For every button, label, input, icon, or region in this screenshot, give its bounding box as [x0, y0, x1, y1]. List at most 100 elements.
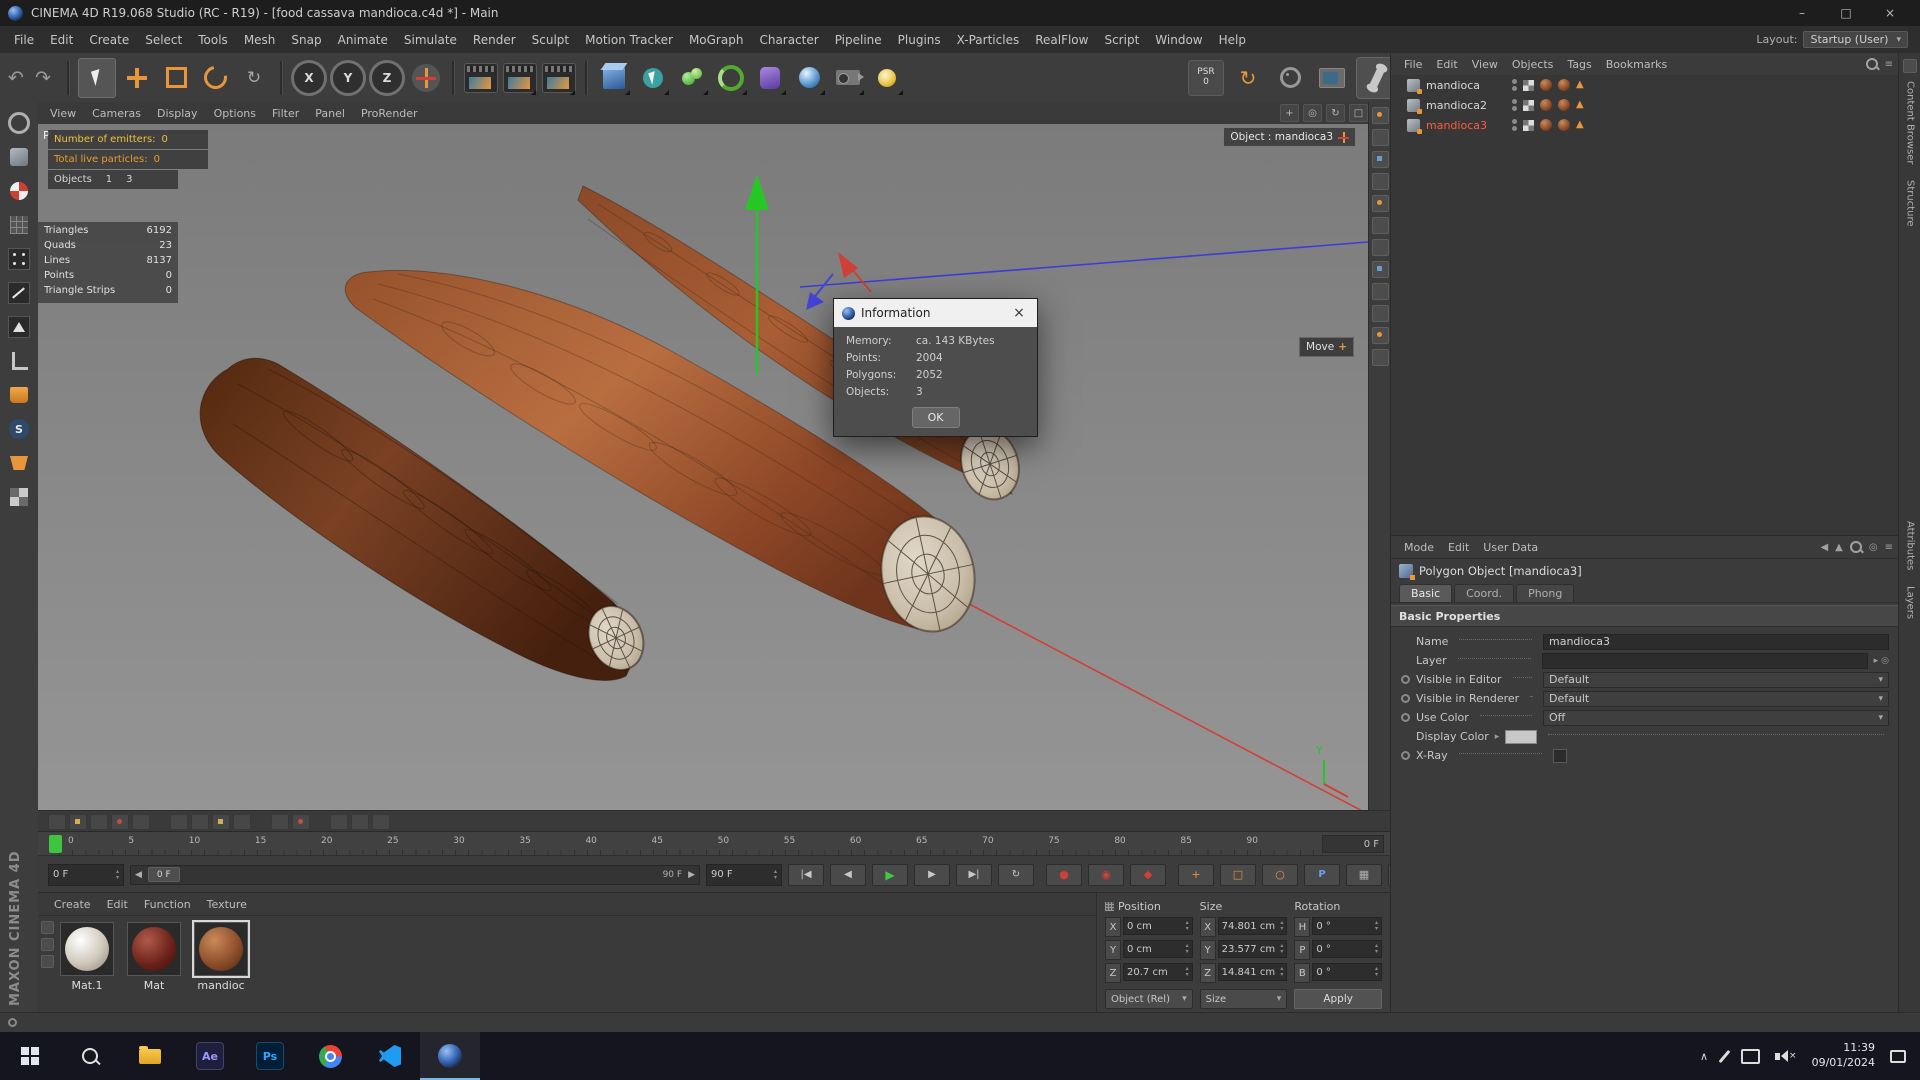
keyframe-selection-button[interactable]: ◆	[1130, 863, 1166, 886]
material-menu-item[interactable]: Create	[46, 898, 99, 911]
uvw-tag-icon[interactable]	[1523, 119, 1534, 131]
uvw-tag-icon[interactable]	[1523, 79, 1534, 91]
viewport-side-icon[interactable]	[1371, 261, 1389, 278]
size-field[interactable]: 74.801 cm ▴ ▾	[1217, 917, 1288, 935]
action-center-icon[interactable]	[1890, 1049, 1906, 1063]
make-editable-button[interactable]	[6, 110, 32, 136]
edges-mode-button[interactable]	[6, 280, 32, 306]
object-name[interactable]: mandioca	[1426, 79, 1506, 92]
animation-dot-icon[interactable]	[1401, 694, 1410, 703]
material-tag-icon[interactable]	[1540, 99, 1552, 111]
animation-dot-icon[interactable]	[1401, 713, 1410, 722]
menu-item[interactable]: Simulate	[396, 33, 465, 47]
toggle-view-icon[interactable]: □	[1349, 104, 1368, 122]
menu-item[interactable]: Pipeline	[827, 33, 890, 47]
taskbar-clock[interactable]: 11:39 09/01/2024	[1812, 1041, 1875, 1071]
layer-buttons[interactable]: ▸ ◎	[1874, 656, 1889, 666]
menu-item[interactable]: Edit	[42, 33, 81, 47]
zoom-view-icon[interactable]: ◎	[1303, 104, 1322, 122]
object-row[interactable]: mandioca ▲	[1391, 75, 1899, 95]
timeline-tool-icon[interactable]	[372, 813, 390, 830]
timeline-tool-icon[interactable]	[191, 813, 209, 830]
record-rotation-toggle[interactable]: ○	[1262, 863, 1298, 886]
chrome-button[interactable]	[300, 1032, 360, 1080]
menu-item[interactable]: Help	[1211, 33, 1254, 47]
dock-icon[interactable]	[1903, 59, 1917, 73]
prev-frame-button[interactable]: ◀	[830, 863, 866, 886]
spinner-icon[interactable]: ▴ ▾	[1280, 943, 1283, 955]
viewport-side-icon[interactable]	[1371, 195, 1389, 212]
model-mode-button[interactable]	[6, 144, 32, 170]
current-frame-marker[interactable]	[49, 835, 62, 853]
play-button[interactable]: ▶	[872, 863, 908, 886]
filter-icon[interactable]: ≡	[1885, 59, 1893, 70]
timeline-tool-icon[interactable]	[111, 813, 129, 830]
material-tag-icon[interactable]	[1540, 79, 1552, 91]
rotation-field[interactable]: 0 ° ▴ ▾	[1312, 963, 1382, 981]
visibility-dots-icon[interactable]	[1512, 99, 1517, 111]
rotate-tool-button[interactable]	[197, 59, 233, 97]
object-manager-menu-item[interactable]: Bookmarks	[1599, 58, 1674, 71]
menu-item[interactable]: Select	[137, 33, 190, 47]
taskbar-search-button[interactable]	[60, 1032, 120, 1080]
object-row[interactable]: mandioca2 ▲	[1391, 95, 1899, 115]
tab-layers[interactable]: Layers	[1905, 578, 1916, 627]
object-manager-menu-item[interactable]: Tags	[1560, 58, 1598, 71]
close-button[interactable]: ×	[1868, 0, 1912, 26]
layer-field[interactable]	[1541, 652, 1868, 669]
spinner-icon[interactable]: ▴ ▾	[1280, 920, 1283, 932]
spinner-icon[interactable]: ▴ ▾	[1375, 966, 1378, 978]
cinema4d-taskbar-button[interactable]	[420, 1032, 480, 1080]
material-tag-icon[interactable]	[1558, 79, 1570, 91]
visibility-dots-icon[interactable]	[1512, 79, 1517, 91]
menu-item[interactable]: RealFlow	[1027, 33, 1096, 47]
material-side-icon[interactable]	[41, 921, 54, 934]
add-simulation-button[interactable]	[713, 59, 749, 97]
maximize-button[interactable]: □	[1824, 0, 1868, 26]
spinner-icon[interactable]: ▴ ▾	[1375, 943, 1378, 955]
uvw-tag-icon[interactable]	[1523, 99, 1534, 111]
material-item[interactable]: Mat.1	[58, 922, 116, 992]
history-back-icon[interactable]: ◀	[1820, 542, 1828, 553]
search-icon[interactable]	[1849, 541, 1862, 553]
material-menu-item[interactable]: Function	[136, 898, 199, 911]
add-deformer-button[interactable]	[752, 59, 788, 97]
current-frame-field[interactable]: 0 F ▴ ▾	[48, 863, 124, 886]
material-item[interactable]: mandioc	[192, 920, 250, 992]
slider-handle[interactable]: 0 F	[147, 867, 180, 882]
phong-tag-icon[interactable]: ▲	[1576, 80, 1584, 90]
object-row[interactable]: mandioca3 ▲	[1391, 115, 1899, 135]
timeline-tool-icon[interactable]	[90, 813, 108, 830]
record-keyframe-button[interactable]: ●	[1046, 863, 1082, 886]
viewport-menu-item[interactable]: Display	[149, 107, 206, 120]
position-field[interactable]: 0 cm ▴ ▾	[1123, 917, 1193, 935]
attribute-tab[interactable]: Basic	[1399, 584, 1453, 602]
attribute-menu-item[interactable]: Edit	[1441, 541, 1476, 554]
coordinate-system-button[interactable]	[408, 59, 444, 97]
material-tag-icon[interactable]	[1540, 119, 1552, 131]
viewport-side-icon[interactable]	[1371, 283, 1389, 300]
object-name[interactable]: mandioca3	[1426, 119, 1506, 132]
timeline-tool-icon[interactable]	[351, 813, 369, 830]
record-parameter-toggle[interactable]: P	[1304, 863, 1340, 886]
menu-item[interactable]: Snap	[283, 33, 329, 47]
viewport-side-icon[interactable]	[1371, 217, 1389, 234]
menu-item[interactable]: Window	[1147, 33, 1210, 47]
tab-content-browser[interactable]: Content Browser	[1905, 73, 1916, 172]
tablet-button[interactable]	[1314, 59, 1350, 97]
spinner-icon[interactable]: ▴ ▾	[1280, 966, 1283, 978]
snap-button[interactable]: S	[6, 416, 32, 442]
layout-dropdown[interactable]: Startup (User) ▾	[1803, 31, 1908, 48]
spinner-icon[interactable]: ▴ ▾	[1186, 920, 1189, 932]
redo-button[interactable]: ↷	[35, 67, 59, 89]
ok-button[interactable]: OK	[911, 407, 960, 428]
material-thumbnail[interactable]	[192, 920, 250, 978]
material-menu-item[interactable]: Texture	[199, 898, 255, 911]
material-thumbnail[interactable]	[127, 922, 181, 976]
viewport-menu-item[interactable]: Filter	[264, 107, 307, 120]
tab-structure[interactable]: Structure	[1905, 172, 1916, 235]
recent-tool-button[interactable]: ↻	[236, 59, 272, 97]
goto-start-button[interactable]: |◀	[788, 863, 824, 886]
size-field[interactable]: 23.577 cm ▴ ▾	[1217, 940, 1288, 958]
material-menu-item[interactable]: Edit	[99, 898, 136, 911]
